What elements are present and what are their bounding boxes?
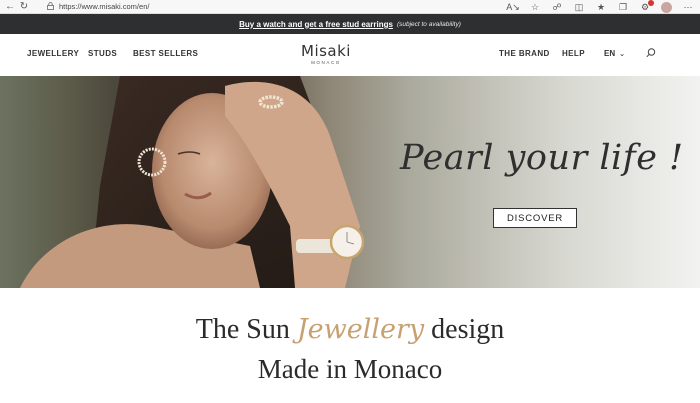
intro-subheadline: Made in Monaco bbox=[257, 354, 443, 384]
extension-icon[interactable]: ☍ bbox=[551, 1, 563, 13]
promo-bar: Buy a watch and get a free stud earrings… bbox=[0, 14, 700, 34]
back-icon[interactable]: ← bbox=[3, 0, 17, 14]
nav-studs[interactable]: STUDS bbox=[88, 49, 117, 58]
browser-toolbar: ← ↻ https://www.misaki.com/en/ A↘ ☆ ☍ ◫ … bbox=[0, 0, 700, 14]
hero-photo bbox=[20, 76, 365, 288]
nav-jewellery[interactable]: JEWELLERY bbox=[27, 49, 79, 58]
promo-link[interactable]: Buy a watch and get a free stud earrings bbox=[239, 20, 393, 29]
intro-headline: The Sun Jewellery design bbox=[0, 314, 700, 346]
extension-badge-icon[interactable]: ⚙ bbox=[639, 0, 654, 13]
intro-headline-accent: Jewellery bbox=[296, 314, 425, 345]
hero-tagline: Pearl your life ! bbox=[400, 138, 684, 178]
promo-note: (subject to availability) bbox=[396, 20, 461, 28]
profile-avatar[interactable] bbox=[661, 1, 672, 13]
favorite-icon[interactable]: ☆ bbox=[529, 1, 541, 13]
address-bar-url[interactable]: https://www.misaki.com/en/ bbox=[59, 2, 149, 11]
notification-badge bbox=[648, 0, 654, 6]
refresh-icon[interactable]: ↻ bbox=[17, 0, 31, 14]
favorites-bar-icon[interactable]: ★ bbox=[595, 1, 607, 13]
nav-best-sellers[interactable]: BEST SELLERS bbox=[133, 49, 198, 58]
split-screen-icon[interactable]: ◫ bbox=[573, 1, 585, 13]
more-icon[interactable]: ⋯ bbox=[682, 1, 694, 13]
chevron-down-icon: ⌄ bbox=[619, 51, 625, 58]
browser-actions: A↘ ☆ ☍ ◫ ★ ❐ ⚙ ⋯ bbox=[506, 0, 694, 14]
logo-wordmark: Misaki bbox=[301, 42, 351, 60]
discover-button[interactable]: DISCOVER bbox=[493, 208, 577, 228]
lock-icon[interactable] bbox=[45, 1, 55, 12]
nav-the-brand[interactable]: THE BRAND bbox=[499, 49, 550, 58]
brand-logo[interactable]: Misaki MONACO bbox=[300, 42, 352, 65]
site-header: JEWELLERY STUDS BEST SELLERS Misaki MONA… bbox=[0, 34, 700, 76]
language-selector[interactable]: EN ⌄ bbox=[604, 49, 625, 58]
intro-headline-start: The Sun bbox=[195, 314, 290, 345]
nav-help[interactable]: HELP bbox=[562, 49, 585, 58]
collections-icon[interactable]: ❐ bbox=[617, 1, 629, 13]
hero-banner: Pearl your life ! DISCOVER bbox=[0, 76, 700, 288]
intro-headline-end: design bbox=[431, 314, 505, 345]
read-aloud-icon[interactable]: A↘ bbox=[506, 1, 520, 13]
language-label: EN bbox=[604, 49, 616, 58]
search-icon[interactable] bbox=[645, 47, 657, 59]
logo-subtitle: MONACO bbox=[311, 60, 341, 65]
